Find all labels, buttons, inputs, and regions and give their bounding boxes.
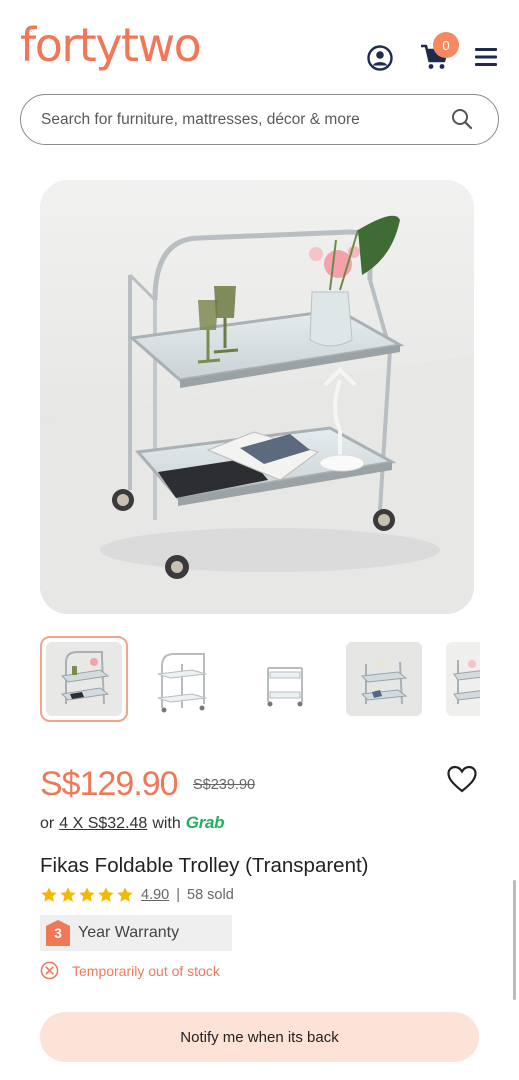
warranty-badge: 3 Year Warranty: [40, 915, 232, 951]
installment-with: with: [152, 815, 181, 832]
user-circle-icon[interactable]: [364, 42, 396, 74]
rating-separator: |: [176, 887, 181, 903]
star-icon: [41, 887, 57, 902]
search-input[interactable]: [41, 110, 431, 129]
thumbnail-2[interactable]: [140, 636, 228, 722]
sold-count: 58 sold: [187, 887, 234, 903]
stock-status-text: Temporarily out of stock: [72, 962, 220, 979]
warranty-years: 3: [54, 925, 62, 941]
rating-stars: [40, 886, 134, 904]
search-bar: [20, 94, 499, 145]
notify-me-button[interactable]: Notify me when its back: [40, 1012, 479, 1062]
installment-prefix: or: [40, 815, 55, 832]
scrollbar[interactable]: [513, 880, 516, 1000]
site-header: fortytwo 0: [0, 0, 519, 90]
brand-logo[interactable]: fortytwo: [20, 22, 202, 68]
star-icon: [117, 887, 133, 902]
original-price: S$239.90: [193, 777, 256, 793]
thumbnail-5[interactable]: [440, 636, 480, 722]
installment-amount[interactable]: 4 X S$32.48: [59, 815, 147, 833]
star-icon: [98, 887, 114, 902]
cart-count-badge: 0: [433, 32, 459, 58]
current-price: S$129.90: [40, 765, 179, 803]
star-icon: [60, 887, 76, 902]
rating-row: 4.90 | 58 sold: [40, 884, 234, 906]
installment-info: or 4 X S$32.48 with Grab: [40, 813, 225, 833]
rating-value[interactable]: 4.90: [141, 887, 169, 903]
thumbnail-strip: [40, 636, 480, 722]
hamburger-menu-icon[interactable]: [472, 43, 500, 71]
product-title: Fikas Foldable Trolley (Transparent): [40, 854, 369, 877]
thumbnail-4[interactable]: [340, 636, 428, 722]
thumbnail-3[interactable]: [240, 636, 328, 722]
close-circle-icon: [40, 961, 59, 980]
warranty-tag-icon: 3: [46, 920, 70, 946]
star-icon: [79, 887, 95, 902]
heart-icon[interactable]: [446, 764, 478, 794]
warranty-label: Year Warranty: [78, 924, 180, 941]
stock-status: Temporarily out of stock: [40, 961, 220, 980]
search-icon[interactable]: [450, 107, 474, 131]
product-main-image[interactable]: [40, 180, 474, 614]
grab-logo: Grab: [185, 813, 225, 832]
thumbnail-1[interactable]: [40, 636, 128, 722]
